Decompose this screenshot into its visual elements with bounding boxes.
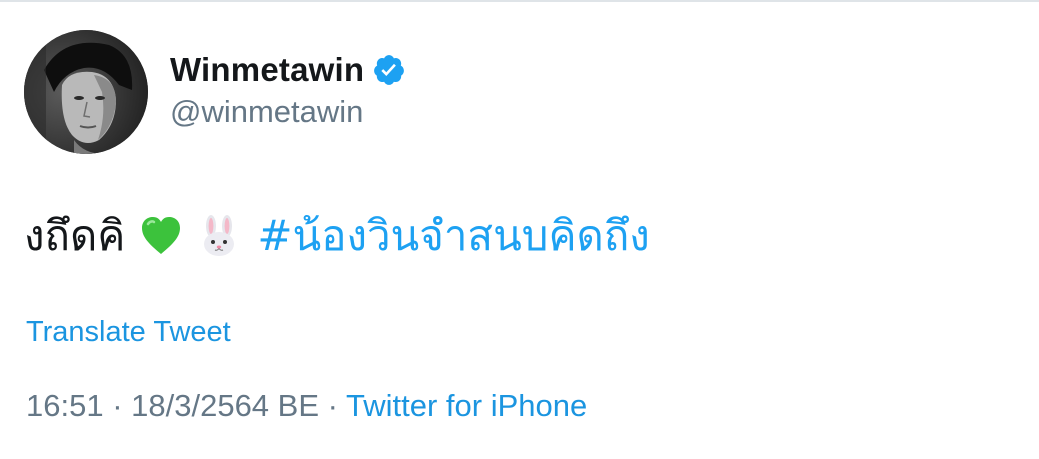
tweet-text: งถึดคิ #น้องวินจำสนบคิดถึง <box>24 206 650 266</box>
avatar[interactable] <box>24 30 148 154</box>
tweet-card: Winmetawin @winmetawin งถึดคิ #น้องวินจำ… <box>0 0 1039 459</box>
tweet-source-link[interactable]: Twitter for iPhone <box>346 388 587 423</box>
display-name[interactable]: Winmetawin <box>170 51 364 89</box>
meta-separator-2: · <box>319 388 347 423</box>
tweet-meta: 16:51 · 18/3/2564 BE · Twitter for iPhon… <box>26 388 587 424</box>
verified-badge-icon <box>372 53 406 87</box>
rabbit-face-emoji <box>197 214 241 258</box>
translate-tweet-link[interactable]: Translate Tweet <box>26 316 231 349</box>
avatar-photo <box>24 30 148 154</box>
user-names: Winmetawin @winmetawin <box>170 48 406 130</box>
user-handle[interactable]: @winmetawin <box>170 94 406 130</box>
hashtag-link[interactable]: #น้องวินจำสนบคิดถึง <box>257 206 649 266</box>
green-heart-emoji <box>139 214 183 258</box>
tweet-time[interactable]: 16:51 <box>26 388 104 423</box>
tweet-text-body: งถึดคิ <box>24 211 126 260</box>
display-name-row: Winmetawin <box>170 48 406 92</box>
meta-separator: · <box>103 388 132 423</box>
tweet-date[interactable]: 18/3/2564 BE <box>131 388 319 423</box>
